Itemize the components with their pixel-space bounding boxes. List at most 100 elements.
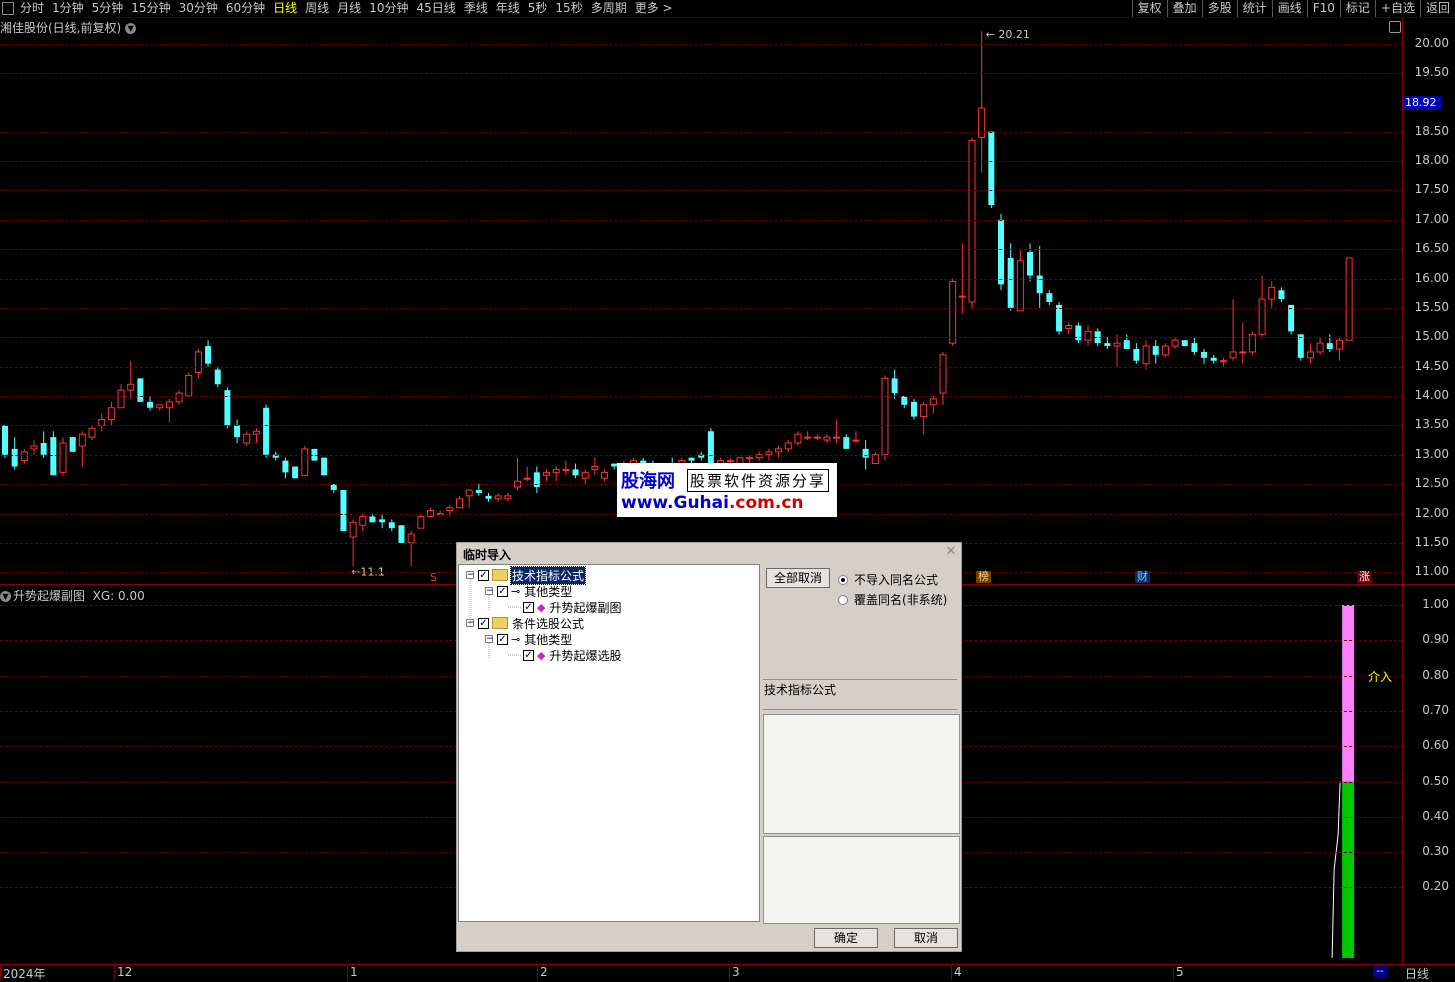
period-tab[interactable]: 分时 [16,1,48,16]
tool-button[interactable]: 画线 [1271,0,1307,17]
folder-icon [492,617,508,629]
description-panel[interactable] [763,714,960,834]
collapse-icon[interactable]: − [485,587,494,596]
tool-button[interactable]: 多股 [1201,0,1237,17]
tool-button[interactable]: 统计 [1236,0,1272,17]
candle [1133,343,1140,364]
date-tick [951,965,952,980]
radio-circle[interactable] [838,574,848,585]
period-tab[interactable]: 年线 [492,1,524,16]
candle [282,457,289,479]
candle [823,434,831,443]
tree-node-subchart-formula[interactable]: ✓ ◆ 升势起爆副图 [523,599,622,615]
marker-zhang[interactable]: 涨 [1357,571,1372,583]
candle [852,431,860,443]
tool-button[interactable]: +自选 [1374,0,1420,17]
candle [243,431,251,446]
period-tab[interactable]: 多周期 [587,1,631,16]
period-tab[interactable]: 周线 [301,1,333,16]
checkbox[interactable]: ✓ [478,617,489,629]
checkbox[interactable]: ✓ [478,569,489,581]
cancel-all-button[interactable]: 全部取消 [766,568,830,588]
checkbox[interactable]: ✓ [523,649,534,661]
tree-node-selection-item[interactable]: ✓ ◆ 升势起爆选股 [523,647,622,663]
candle [426,507,434,517]
indicator-bar-pink [1342,605,1355,782]
candle [194,349,202,379]
tree-node-other-type-1[interactable]: − ✓ ⊸ 其他类型 [485,583,573,599]
candle [137,378,144,402]
period-tab[interactable]: 季线 [460,1,492,16]
indicator-bar-green [1342,781,1355,958]
formula-diamond-icon: ◆ [537,600,546,614]
period-tab[interactable]: 1分钟 [48,1,88,16]
tree-node-tech-formula[interactable]: − ✓ 技术指标公式 [466,565,587,585]
high-price-label: ← 20.21 [986,28,1030,41]
tree-node-selection-formula[interactable]: − ✓ 条件选股公式 [466,615,585,631]
price-tick: 19.50 [1414,64,1449,79]
candle [1248,331,1256,355]
period-tab[interactable]: 5秒 [524,1,552,16]
indicator-tick: 0.60 [1422,738,1449,753]
radio-overwrite-same-name[interactable]: 覆盖同名(非系统) [838,591,947,608]
candle [465,489,473,508]
candle [871,451,879,465]
price-gridline [0,131,1402,133]
candle [1191,337,1198,355]
radio-circle[interactable] [838,594,848,605]
key-icon: ⊸ [511,584,521,598]
radio-skip-same-name[interactable]: 不导入同名公式 [838,571,938,588]
price-gridline [0,366,1402,368]
period-tab[interactable]: 更多 > [631,1,677,16]
candle [330,484,337,493]
candle [1181,340,1188,347]
period-tab[interactable]: 10分钟 [365,1,412,16]
menu-square-icon[interactable] [2,2,14,15]
period-tab[interactable]: 日线 [269,1,301,16]
date-label: 1 [350,965,358,979]
collapse-icon[interactable]: − [466,619,475,628]
checkbox[interactable]: ✓ [523,601,534,613]
collapse-icon[interactable]: − [485,635,494,644]
radio-label: 不导入同名公式 [854,573,939,587]
ok-button[interactable]: 确定 [814,928,878,948]
marker-cai[interactable]: 财 [1135,571,1150,583]
tool-button[interactable]: 叠加 [1166,0,1202,17]
candle [1104,337,1111,349]
tool-button[interactable]: 返回 [1419,0,1455,17]
tree-node-other-type-2[interactable]: − ✓ ⊸ 其他类型 [485,631,573,647]
tool-button[interactable]: F10 [1306,0,1340,17]
marker-s[interactable]: S [428,572,439,584]
period-label[interactable]: 日线 [1405,965,1429,982]
candle [1316,337,1324,355]
tool-button[interactable]: 标记 [1339,0,1375,17]
period-mini-indicator[interactable]: -- [1373,966,1387,978]
candle [804,431,812,441]
cancel-button[interactable]: 取消 [894,928,958,948]
marker-bang[interactable]: 榜 [976,571,991,583]
candle [494,492,502,502]
period-tab[interactable]: 5分钟 [88,1,128,16]
period-tab[interactable]: 月线 [333,1,365,16]
indicator-tick: 0.30 [1422,844,1449,859]
close-icon[interactable]: ✕ [945,545,957,558]
price-gridline [0,219,1402,221]
dialog-titlebar[interactable]: 临时导入 ✕ [457,543,961,563]
date-tick [114,965,115,980]
checkbox[interactable]: ✓ [497,633,508,645]
period-tab[interactable]: 60分钟 [222,1,269,16]
checkbox[interactable]: ✓ [497,585,508,597]
period-tab[interactable]: 15分钟 [127,1,174,16]
period-tab[interactable]: 15秒 [551,1,586,16]
price-gridline [0,43,1402,45]
collapse-icon[interactable]: − [466,571,475,580]
date-tick [1173,965,1174,980]
candle [1171,337,1179,349]
period-tab[interactable]: 30分钟 [175,1,222,16]
period-tab[interactable]: 45日线 [412,1,459,16]
candle [1288,304,1295,335]
price-tick: 17.50 [1414,182,1449,197]
detail-panel[interactable] [763,836,960,924]
tool-button[interactable]: 复权 [1131,0,1167,17]
candle [1335,337,1343,361]
